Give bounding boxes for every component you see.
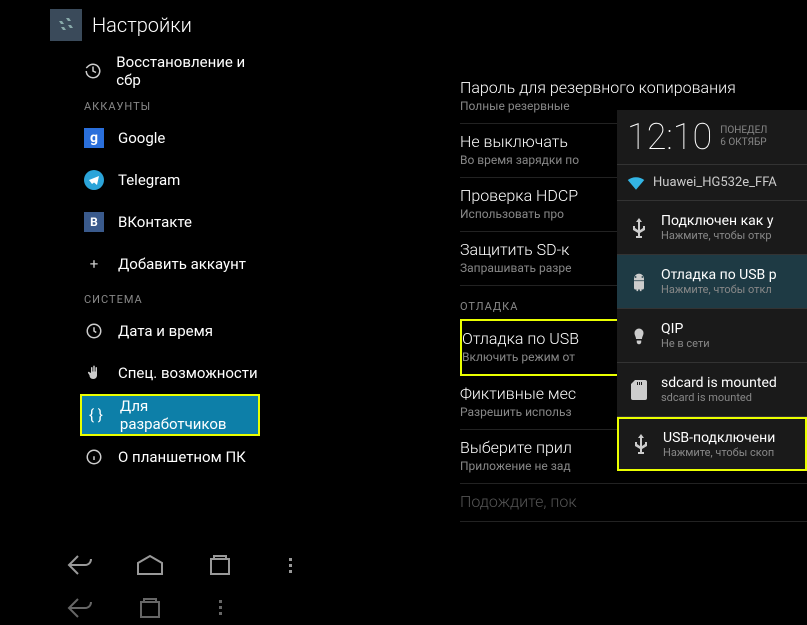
braces-icon: { }	[86, 405, 106, 425]
notif-sub: Не в сети	[661, 337, 807, 350]
notif-sdcard[interactable]: sdcard is mounted sdcard is mounted	[617, 363, 807, 417]
recent-button-alt[interactable]	[130, 592, 170, 624]
sidebar: Восстановление и сбр Аккаунты g Google T…	[0, 50, 260, 540]
sdcard-icon	[617, 380, 661, 400]
telegram-icon	[84, 170, 104, 190]
option-title: Пароль для резервного копирования	[460, 78, 807, 97]
section-system: Система	[80, 285, 260, 310]
clock-date: ПОНЕДЕЛ6 ОКТЯБР	[720, 125, 767, 149]
sidebar-item-restore[interactable]: Восстановление и сбр	[80, 50, 260, 92]
restore-icon	[84, 61, 102, 81]
sidebar-item-vk[interactable]: B ВКонтакте	[80, 201, 260, 243]
menu-button-alt[interactable]	[200, 592, 240, 624]
back-button-alt[interactable]	[60, 592, 100, 624]
info-icon	[84, 447, 104, 467]
notif-title: QIP	[661, 321, 807, 337]
status-bar	[0, 590, 807, 625]
sidebar-label: Для разработчиков	[120, 397, 258, 433]
wifi-row[interactable]: Huawei_HG532e_FFA	[617, 165, 807, 201]
usb-icon	[619, 434, 663, 454]
page-title: Настройки	[92, 13, 192, 37]
home-button[interactable]	[130, 549, 170, 581]
notif-title: Подключен как у	[661, 213, 807, 229]
clock-icon	[84, 321, 104, 341]
clock-time: 12:10	[627, 116, 712, 158]
notif-title: sdcard is mounted	[661, 375, 807, 391]
sidebar-label: О планшетном ПК	[118, 448, 246, 466]
qip-icon	[617, 327, 661, 345]
wifi-name: Huawei_HG532e_FFA	[653, 175, 777, 190]
sidebar-label: Восстановление и сбр	[116, 53, 260, 89]
notif-sub: sdcard is mounted	[661, 391, 807, 404]
section-accounts: Аккаунты	[80, 92, 260, 117]
recent-button[interactable]	[200, 549, 240, 581]
notif-sub: Нажмите, чтобы скоп	[663, 446, 805, 459]
sidebar-item-developer[interactable]: { } Для разработчиков	[80, 394, 260, 436]
notif-title: Отладка по USB р	[661, 267, 807, 283]
notif-qip[interactable]: QIP Не в сети	[617, 309, 807, 363]
hand-icon	[84, 363, 104, 383]
settings-icon	[50, 9, 82, 41]
sidebar-label: ВКонтакте	[118, 213, 192, 231]
sidebar-label: Google	[118, 129, 165, 147]
notif-title: USB-подключени	[663, 430, 805, 446]
app-header: Настройки	[0, 0, 807, 50]
clock-row[interactable]: 12:10 ПОНЕДЕЛ6 ОКТЯБР	[617, 110, 807, 165]
usb-icon	[617, 218, 661, 238]
plus-icon: +	[84, 254, 104, 274]
notif-usb-connected[interactable]: Подключен как у Нажмите, чтобы откр	[617, 201, 807, 255]
back-button[interactable]	[60, 549, 100, 581]
vk-icon: B	[84, 212, 104, 232]
notif-usb-debug[interactable]: Отладка по USB р Нажмите, чтобы откл	[617, 255, 807, 309]
option-title: Подождите, пок	[460, 492, 807, 511]
notif-sub: Нажмите, чтобы откр	[661, 229, 807, 242]
sidebar-item-about[interactable]: О планшетном ПК	[80, 436, 260, 478]
notif-usb-connection[interactable]: USB-подключени Нажмите, чтобы скоп	[617, 417, 807, 471]
sidebar-item-telegram[interactable]: Telegram	[80, 159, 260, 201]
option-wait-debugger[interactable]: Подождите, пок	[460, 484, 807, 522]
notif-sub: Нажмите, чтобы откл	[661, 283, 807, 296]
sidebar-item-datetime[interactable]: Дата и время	[80, 310, 260, 352]
wifi-icon	[627, 176, 645, 190]
sidebar-label: Добавить аккаунт	[118, 255, 246, 273]
sidebar-label: Дата и время	[118, 322, 213, 340]
menu-button[interactable]	[270, 549, 310, 581]
android-icon	[617, 272, 661, 292]
sidebar-label: Telegram	[118, 171, 180, 189]
sidebar-item-accessibility[interactable]: Спец. возможности	[80, 352, 260, 394]
sidebar-item-add-account[interactable]: + Добавить аккаунт	[80, 243, 260, 285]
sidebar-item-google[interactable]: g Google	[80, 117, 260, 159]
notification-panel: 12:10 ПОНЕДЕЛ6 ОКТЯБР Huawei_HG532e_FFA …	[617, 110, 807, 471]
sidebar-label: Спец. возможности	[118, 364, 258, 382]
google-icon: g	[84, 128, 104, 148]
navigation-bar	[0, 540, 807, 590]
